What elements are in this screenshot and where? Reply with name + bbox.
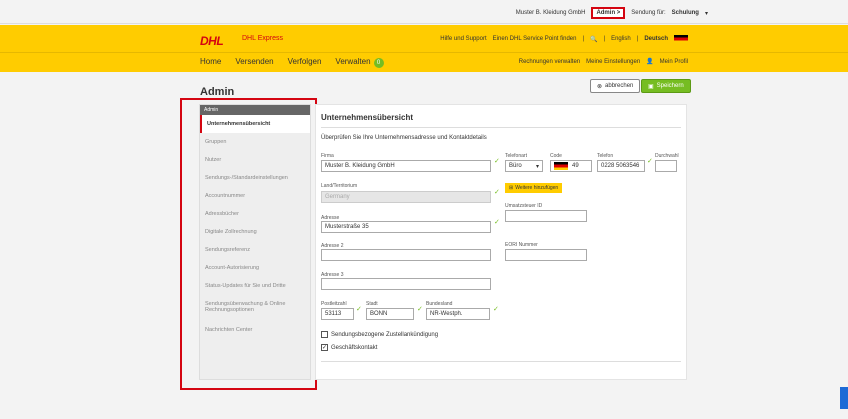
nav-invoices[interactable]: Rechnungen verwalten xyxy=(519,59,580,65)
cancel-icon: ⊗ xyxy=(597,83,603,90)
checkbox-checked-icon: ✓ xyxy=(321,344,328,351)
caret-down-icon: ▾ xyxy=(535,163,539,170)
eori-label: EORI Nummer xyxy=(505,242,538,248)
nav-manage[interactable]: Verwalten 0 xyxy=(335,57,384,68)
save-label: Speichern xyxy=(656,83,684,89)
highlight-box xyxy=(180,98,317,390)
lang-english[interactable]: English xyxy=(611,36,631,42)
nav-manage-label: Verwalten xyxy=(335,57,371,66)
company-name: Muster B. Kleidung GmbH xyxy=(515,10,586,16)
vat-label: Umsatzsteuer ID xyxy=(505,203,543,209)
phone-label: Telefon xyxy=(597,153,614,159)
check-icon: ✓ xyxy=(494,158,500,165)
notification-checkbox[interactable]: Sendungsbezogene Zustellankündigung xyxy=(321,331,438,338)
address2-input[interactable] xyxy=(321,249,491,261)
nav-home[interactable]: Home xyxy=(200,57,221,68)
phonetype-value: Büro xyxy=(509,163,522,169)
company-label: Firma xyxy=(321,153,334,159)
top-utility-bar: Muster B. Kleidung GmbH Admin > Sendung … xyxy=(0,0,848,24)
help-link[interactable]: Hilfe und Support xyxy=(440,36,486,42)
panel-description: Überprüfen Sie Ihre Unternehmensadresse … xyxy=(321,135,487,141)
search-icon[interactable]: 🔍 xyxy=(590,36,597,43)
ext-label: Durchwahl xyxy=(655,153,679,159)
phonetype-select[interactable]: Büro ▾ xyxy=(505,160,543,172)
address-input[interactable]: Musterstraße 35 xyxy=(321,221,491,233)
manage-badge: 0 xyxy=(373,58,384,68)
zip-label: Postleitzahl xyxy=(321,301,347,307)
add-more-label: Weitere hinzufügen xyxy=(515,185,559,191)
nav-profile[interactable]: Mein Profil xyxy=(660,59,688,65)
page-title: Admin xyxy=(200,86,235,98)
code-value: 49 xyxy=(572,163,579,169)
chevron-down-icon[interactable]: ▾ xyxy=(705,10,708,17)
city-input[interactable]: BONN xyxy=(366,308,414,320)
state-input[interactable]: NR-Westph. xyxy=(426,308,490,320)
divider xyxy=(321,127,681,128)
divider xyxy=(321,361,681,362)
checkbox-label: Geschäftskontakt xyxy=(331,344,378,351)
check-icon: ✓ xyxy=(417,306,423,313)
save-button[interactable]: ▣ Speichern xyxy=(641,79,691,93)
divider: | xyxy=(582,36,585,42)
add-more-button[interactable]: ⊞ Weitere hinzufügen xyxy=(505,183,563,193)
eori-input[interactable] xyxy=(505,249,587,261)
company-overview-panel: Unternehmensübersicht Überprüfen Sie Ihr… xyxy=(315,104,687,380)
plus-icon: ⊞ xyxy=(509,185,514,191)
code-label: Code xyxy=(550,153,562,159)
feedback-tab[interactable] xyxy=(840,387,848,409)
ext-input[interactable] xyxy=(655,160,677,172)
code-input[interactable]: 49 xyxy=(550,160,592,172)
phonetype-label: Telefonart xyxy=(505,153,527,159)
nav-settings[interactable]: Meine Einstellungen xyxy=(586,59,640,65)
divider: | xyxy=(603,36,606,42)
check-icon: ✓ xyxy=(356,306,362,313)
checkbox-box xyxy=(321,331,328,338)
state-label: Bundesland xyxy=(426,301,453,307)
business-contact-checkbox[interactable]: ✓ Geschäftskontakt xyxy=(321,344,377,351)
city-label: Stadt xyxy=(366,301,378,307)
vat-input[interactable] xyxy=(505,210,587,222)
dhl-express-label: DHL Express xyxy=(242,35,283,42)
divider: | xyxy=(636,36,639,42)
panel-title: Unternehmensübersicht xyxy=(321,113,414,122)
phone-input[interactable]: 0228 5063546 xyxy=(597,160,645,172)
admin-link[interactable]: Admin > xyxy=(591,7,626,19)
save-icon: ▣ xyxy=(648,83,654,90)
company-input[interactable]: Muster B. Kleidung GmbH xyxy=(321,160,491,172)
shipment-selector[interactable]: Schulung xyxy=(672,10,699,16)
zip-input[interactable]: 53113 xyxy=(321,308,354,320)
servicepoint-link[interactable]: Einen DHL Service Point finden xyxy=(493,36,577,42)
shipment-label: Sendung für: xyxy=(631,10,666,16)
check-icon: ✓ xyxy=(494,219,500,226)
german-flag-icon xyxy=(674,35,688,43)
check-icon: ✓ xyxy=(493,306,499,313)
cancel-label: abbrechen xyxy=(605,83,634,89)
main-nav xyxy=(0,52,848,72)
german-flag-icon xyxy=(554,162,568,170)
cancel-button[interactable]: ⊗ abbrechen xyxy=(590,79,641,93)
address3-input[interactable] xyxy=(321,278,491,290)
checkbox-label: Sendungsbezogene Zustellankündigung xyxy=(331,331,439,338)
check-icon: ✓ xyxy=(494,189,500,196)
dhl-logo[interactable]: DHL xyxy=(200,34,224,48)
nav-send[interactable]: Versenden xyxy=(235,57,273,68)
header-bar xyxy=(0,25,848,55)
country-input: Germany xyxy=(321,191,491,203)
lang-deutsch[interactable]: Deutsch xyxy=(644,36,668,42)
nav-track[interactable]: Verfolgen xyxy=(288,57,322,68)
user-icon: 👤 xyxy=(646,59,654,65)
country-label: Land/Territorium xyxy=(321,183,358,189)
check-icon: ✓ xyxy=(647,158,653,165)
